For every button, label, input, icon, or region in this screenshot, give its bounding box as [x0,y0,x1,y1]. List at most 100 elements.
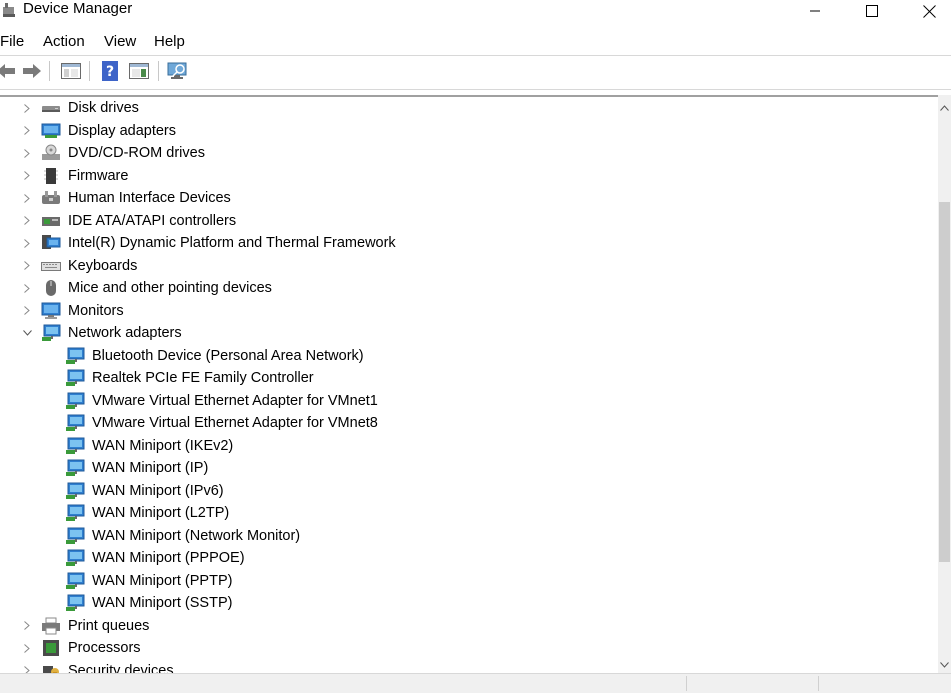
chevron-right-icon[interactable] [22,283,32,293]
tree-item-label: Print queues [68,617,150,634]
tree-category-row[interactable]: Print queues [24,615,150,637]
tree-category-row[interactable]: Disk drives [24,97,139,119]
tree-category-row[interactable]: Display adapters [24,120,176,142]
minimize-icon [810,10,820,12]
tree-category-row[interactable]: Human Interface Devices [24,187,231,209]
status-pane-divider [818,676,819,691]
toolbar-separator [49,61,50,81]
chevron-down-icon[interactable] [22,328,32,338]
tree-device-row[interactable]: Realtek PCIe FE Family Controller [65,367,314,389]
firmware-icon [41,167,61,185]
chevron-right-icon[interactable] [22,643,32,653]
tree-device-row[interactable]: VMware Virtual Ethernet Adapter for VMne… [65,390,378,412]
chevron-right-icon[interactable] [22,261,32,271]
menu-separator [0,55,951,56]
show-hide-console-tree-button[interactable] [59,59,83,83]
tree-category-row[interactable]: Firmware [24,165,129,187]
tree-device-row[interactable]: WAN Miniport (IKEv2) [65,435,233,457]
chevron-right-icon[interactable] [22,126,32,136]
toolbar-separator-line [0,89,951,90]
menu-view[interactable]: View [104,30,136,54]
network-adapter-icon [65,549,85,567]
network-adapter-icon [65,459,85,477]
chevron-right-icon[interactable] [22,238,32,248]
vertical-scrollbar[interactable] [938,95,951,673]
device-manager-app-icon [0,0,18,18]
scroll-down-icon[interactable] [940,656,949,672]
status-pane-divider [686,676,687,691]
tree-device-row[interactable]: WAN Miniport (SSTP) [65,592,232,614]
scan-hardware-icon [167,62,187,79]
network-adapter-icon [65,572,85,590]
chevron-right-icon[interactable] [22,171,32,181]
tree-device-row[interactable]: WAN Miniport (PPTP) [65,570,232,592]
dvd-drive-icon [41,144,61,162]
tree-item-label: Intel(R) Dynamic Platform and Thermal Fr… [68,235,396,251]
tree-category-row[interactable]: DVD/CD-ROM drives [24,142,205,164]
tree-category-row[interactable]: Network adapters [22,322,182,344]
network-adapter-icon [41,324,61,342]
help-button[interactable]: ? [98,59,122,83]
network-adapter-icon [65,369,85,387]
tree-device-row[interactable]: WAN Miniport (PPPOE) [65,547,245,569]
show-hide-console-tree-icon [61,63,81,79]
maximize-button[interactable] [843,0,901,22]
chevron-right-icon[interactable] [22,216,32,226]
menu-help[interactable]: Help [154,30,185,54]
forward-icon [23,64,41,78]
tree-item-label: WAN Miniport (SSTP) [92,595,233,611]
close-button[interactable] [900,0,951,22]
monitor-icon [41,302,61,320]
hid-icon [41,189,61,207]
tree-item-label: IDE ATA/ATAPI controllers [68,212,237,229]
network-adapter-icon [65,527,85,545]
toolbar-separator [89,61,90,81]
processor-icon [41,639,61,657]
chevron-right-icon[interactable] [22,193,32,203]
tree-category-row[interactable]: Intel(R) Dynamic Platform and Thermal Fr… [24,232,396,254]
device-tree[interactable]: Disk drives Display adapters DVD/CD-ROM dr… [0,95,938,675]
tree-device-row[interactable]: WAN Miniport (IP) [65,457,208,479]
tree-category-row[interactable]: IDE ATA/ATAPI controllers [24,210,237,232]
tree-item-label: WAN Miniport (IP) [92,460,209,476]
chevron-right-icon[interactable] [22,306,32,316]
tree-category-row[interactable]: Keyboards [24,255,138,277]
tree-category-row[interactable]: Processors [24,637,141,659]
tree-device-row[interactable]: Bluetooth Device (Personal Area Network) [65,345,364,367]
tree-item-label: Mice and other pointing devices [68,280,272,296]
menu-action[interactable]: Action [43,30,85,54]
ide-controller-icon [41,212,61,230]
intel-platform-icon [41,234,61,252]
tree-item-label: DVD/CD-ROM drives [68,145,205,161]
window-title: Device Manager [23,0,133,17]
network-adapter-icon [65,347,85,365]
chevron-right-icon[interactable] [22,621,32,631]
network-adapter-icon [65,594,85,612]
tree-device-row[interactable]: WAN Miniport (IPv6) [65,480,224,502]
tree-item-label: Display adapters [68,122,176,139]
tree-device-row[interactable]: VMware Virtual Ethernet Adapter for VMne… [65,412,378,434]
svg-text:?: ? [106,64,114,80]
tree-category-row[interactable]: Monitors [24,300,124,322]
scroll-thumb[interactable] [939,202,950,562]
tree-item-label: Disk drives [68,100,139,116]
tree-device-row[interactable]: WAN Miniport (Network Monitor) [65,525,300,547]
properties-pane-button[interactable] [127,59,151,83]
tree-item-label: Firmware [68,167,129,184]
toolbar: ? [0,57,951,85]
tree-item-label: Keyboards [68,257,138,274]
tree-device-row[interactable]: WAN Miniport (L2TP) [65,502,229,524]
minimize-button[interactable] [786,0,844,22]
back-button[interactable] [0,59,18,83]
chevron-right-icon[interactable] [22,103,32,113]
tree-item-label: VMware Virtual Ethernet Adapter for VMne… [92,415,378,431]
close-icon [922,4,936,18]
tree-item-label: WAN Miniport (PPTP) [92,572,233,589]
forward-button[interactable] [20,59,44,83]
tree-item-label: WAN Miniport (L2TP) [92,505,230,521]
scan-hardware-button[interactable] [166,59,190,83]
scroll-up-icon[interactable] [940,99,949,115]
tree-category-row[interactable]: Mice and other pointing devices [24,277,272,299]
chevron-right-icon[interactable] [22,148,32,158]
menu-file[interactable]: File [0,30,24,54]
